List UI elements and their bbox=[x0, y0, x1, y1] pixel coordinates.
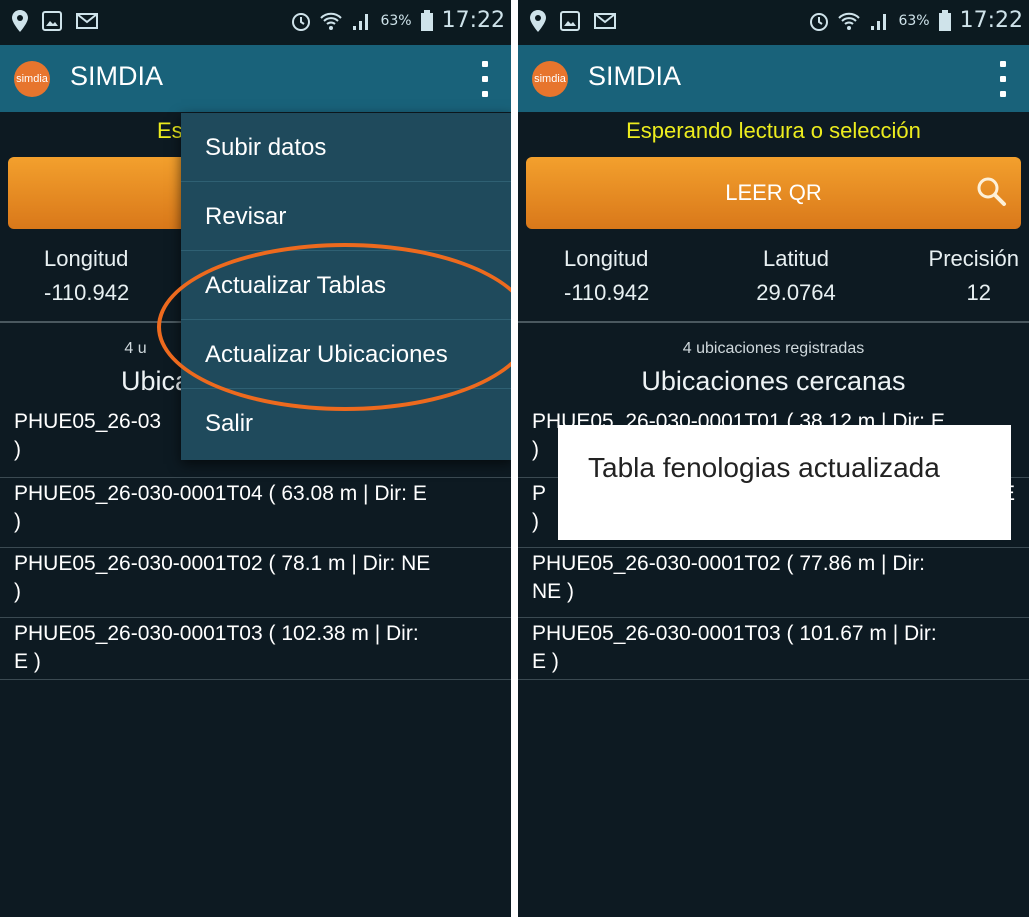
precision-block: Precisión 12 bbox=[929, 246, 1019, 306]
read-qr-label: LEER QR bbox=[725, 180, 822, 205]
overflow-menu-button[interactable] bbox=[473, 57, 497, 101]
location-pin-icon bbox=[12, 10, 28, 32]
location-item[interactable]: PHUE05_26-030-0001T03 ( 102.38 m | Dir: … bbox=[0, 620, 511, 680]
location-pin-icon bbox=[530, 10, 546, 32]
latitude-block: Latitud 29.0764 bbox=[731, 246, 861, 306]
wifi-icon bbox=[838, 12, 861, 30]
app-bar: simdia SIMDIA bbox=[518, 45, 1029, 112]
clock: 17:22 bbox=[441, 8, 505, 33]
location-item[interactable]: PHUE05_26-030-0001T03 ( 101.67 m | Dir: … bbox=[518, 620, 1029, 680]
menu-item-revisar[interactable]: Revisar bbox=[181, 182, 511, 251]
longitude-value: -110.942 bbox=[564, 280, 650, 305]
location-item[interactable]: PHUE05_26-030-0001T02 ( 78.1 m | Dir: NE… bbox=[0, 550, 511, 618]
gallery-icon bbox=[560, 11, 580, 31]
reading-status-text: Esperando lectura o selección bbox=[626, 118, 921, 143]
signal-icon bbox=[871, 13, 887, 30]
app-logo: simdia bbox=[532, 61, 568, 97]
nearby-locations-title: Ubicaciones cercanas bbox=[641, 366, 906, 396]
longitude-label: Longitud bbox=[564, 246, 649, 271]
menu-item-actualizar-tablas[interactable]: Actualizar Tablas bbox=[181, 251, 511, 320]
overflow-menu-button[interactable] bbox=[991, 57, 1015, 101]
status-bar: 63% 17:22 bbox=[0, 0, 511, 45]
precision-label: Precisión bbox=[928, 246, 1019, 271]
alarm-icon bbox=[292, 12, 311, 31]
battery-percent: 63% bbox=[898, 12, 930, 29]
location-item[interactable]: PHUE05_26-030-0001T02 ( 77.86 m | Dir: N… bbox=[518, 550, 1029, 618]
battery-percent: 63% bbox=[380, 12, 412, 29]
signal-icon bbox=[353, 13, 369, 30]
gallery-icon bbox=[42, 11, 62, 31]
overflow-menu: Subir datos Revisar Actualizar Tablas Ac… bbox=[181, 113, 511, 460]
divider bbox=[518, 321, 1029, 323]
phone-screen-left: 63% 17:22 simdia SIMDIA Esperar Longitud… bbox=[0, 0, 511, 917]
menu-item-actualizar-ubicaciones[interactable]: Actualizar Ubicaciones bbox=[181, 320, 511, 389]
email-icon bbox=[594, 13, 616, 29]
battery-icon bbox=[420, 9, 433, 31]
email-icon bbox=[76, 13, 98, 29]
app-logo: simdia bbox=[14, 61, 50, 97]
location-item[interactable]: PHUE05_26-030-0001T04 ( 63.08 m | Dir: E… bbox=[0, 480, 511, 548]
battery-icon bbox=[938, 9, 951, 31]
menu-item-subir-datos[interactable]: Subir datos bbox=[181, 113, 511, 182]
clock: 17:22 bbox=[959, 8, 1023, 33]
menu-item-salir[interactable]: Salir bbox=[181, 389, 511, 458]
latitude-label: Latitud bbox=[762, 246, 830, 271]
longitude-block: Longitud -110.942 bbox=[44, 246, 129, 306]
wifi-icon bbox=[320, 12, 343, 30]
locations-count: 4 ubicaciones registradas bbox=[682, 340, 865, 357]
longitude-label: Longitud bbox=[44, 246, 129, 271]
status-bar: 63% 17:22 bbox=[518, 0, 1029, 45]
app-title: SIMDIA bbox=[588, 61, 682, 91]
longitude-value: -110.942 bbox=[44, 280, 130, 305]
latitude-value: 29.0764 bbox=[756, 280, 836, 305]
read-qr-button[interactable]: LEER QR bbox=[526, 157, 1021, 229]
app-title: SIMDIA bbox=[70, 61, 164, 91]
phone-screen-right: 63% 17:22 simdia SIMDIA Esperando lectur… bbox=[518, 0, 1029, 917]
longitude-block: Longitud -110.942 bbox=[564, 246, 649, 306]
precision-value: 12 bbox=[966, 280, 991, 305]
app-bar: simdia SIMDIA bbox=[0, 45, 511, 112]
toast-message: Tabla fenologias actualizada bbox=[558, 425, 1011, 540]
alarm-icon bbox=[810, 12, 829, 31]
search-icon bbox=[977, 177, 1006, 206]
